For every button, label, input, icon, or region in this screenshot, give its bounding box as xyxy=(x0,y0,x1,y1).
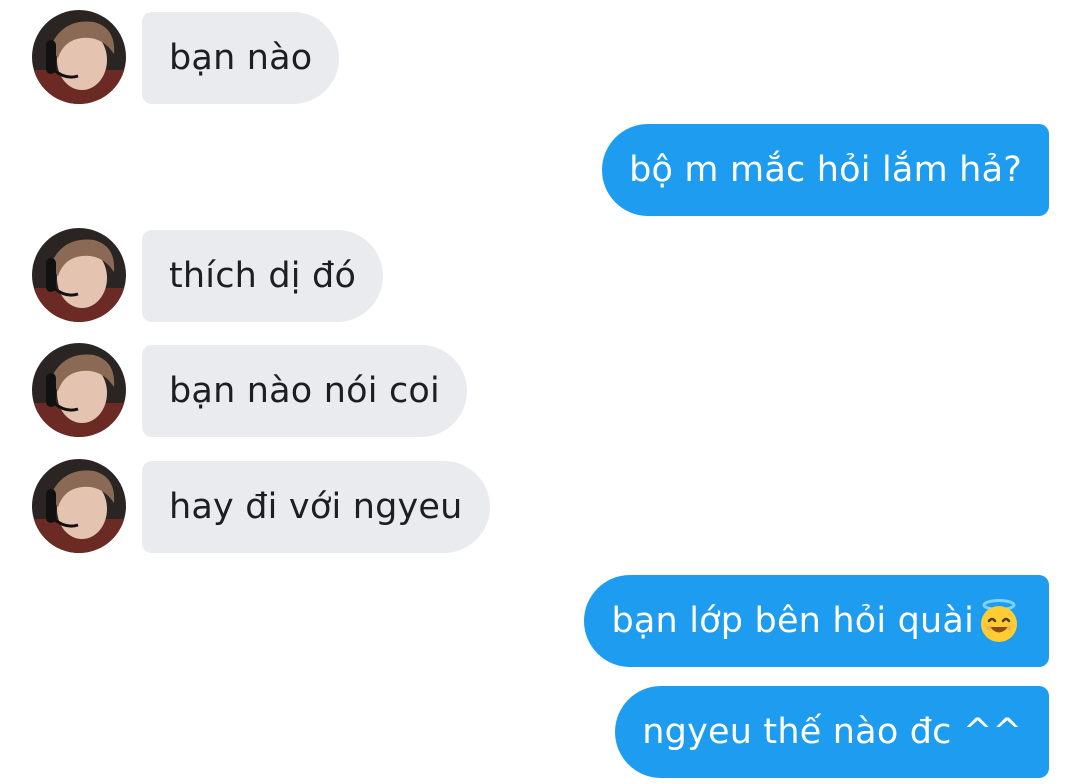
message-bubble-incoming[interactable]: thích dị đó xyxy=(142,230,384,322)
contact-avatar[interactable] xyxy=(32,343,126,437)
message-bubble-outgoing[interactable]: bộ m mắc hỏi lắm hả? xyxy=(602,124,1049,216)
message-text: bộ m mắc hỏi lắm hả? xyxy=(629,150,1022,190)
message-bubble-outgoing[interactable]: bạn lớp bên hỏi quài xyxy=(584,575,1049,667)
message-text: bạn lớp bên hỏi quài xyxy=(611,601,974,641)
contact-avatar-image xyxy=(32,343,126,437)
message-bubble-incoming[interactable]: bạn nào nói coi xyxy=(142,345,467,437)
message-text: bạn nào xyxy=(169,38,313,78)
message-text: hay đi với ngyeu xyxy=(169,487,463,527)
message-bubble-outgoing[interactable]: ngyeu thế nào đc ^^ xyxy=(615,686,1049,778)
smiling-face-with-halo-icon xyxy=(981,599,1017,642)
contact-avatar-image xyxy=(32,10,126,104)
contact-avatar-image xyxy=(32,459,126,553)
contact-avatar[interactable] xyxy=(32,459,126,553)
message-text: ngyeu thế nào đc ^^ xyxy=(642,712,1022,752)
message-bubble-incoming[interactable]: hay đi với ngyeu xyxy=(142,461,490,553)
message-text: bạn nào nói coi xyxy=(169,371,440,411)
contact-avatar[interactable] xyxy=(32,10,126,104)
chat-thread: bạn nào bộ m mắc hỏi lắm hả? thích dị đó… xyxy=(0,0,1080,784)
contact-avatar[interactable] xyxy=(32,228,126,322)
message-text: thích dị đó xyxy=(169,256,357,296)
message-bubble-incoming[interactable]: bạn nào xyxy=(142,12,340,104)
contact-avatar-image xyxy=(32,228,126,322)
